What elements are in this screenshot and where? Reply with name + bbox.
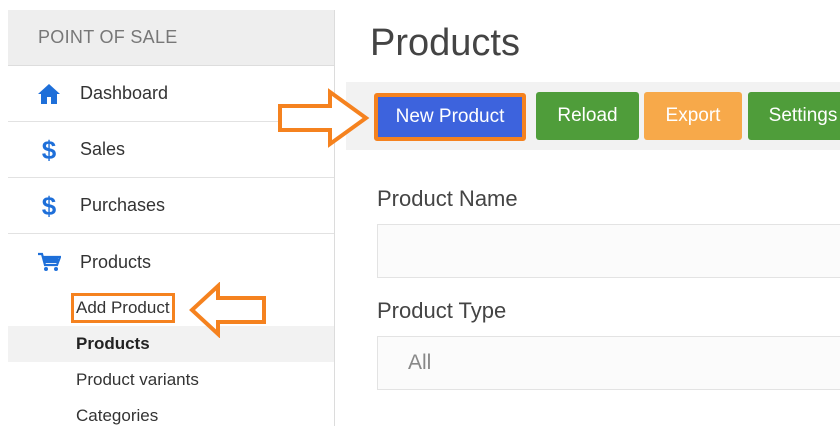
product-type-label: Product Type (377, 298, 507, 323)
submenu-product-variants[interactable]: Product variants (8, 362, 334, 398)
submenu-categories[interactable]: Categories (8, 398, 334, 434)
dollar-icon: $ (41, 134, 57, 165)
sidebar-header: POINT OF SALE (8, 10, 334, 66)
add-product-highlight[interactable]: Add Product (71, 293, 175, 323)
main-content: Products New Product Reload Export Setti… (346, 0, 840, 426)
sidebar-item-label: Sales (80, 139, 126, 159)
sidebar-item-label: Products (80, 251, 152, 272)
submenu-add-product[interactable]: Add Product (8, 290, 334, 326)
cart-icon (36, 249, 62, 275)
submenu-products[interactable]: Products (8, 326, 334, 362)
products-submenu: Add Product Products Product variants Ca… (8, 290, 334, 434)
left-arrow-annotation (189, 282, 266, 338)
sidebar-item-label: Purchases (80, 195, 166, 215)
product-name-label: Product Name (377, 186, 518, 211)
page-title: Products (370, 22, 520, 64)
sidebar-item-purchases[interactable]: $ Purchases (8, 178, 334, 234)
sidebar-item-products[interactable]: Products (8, 234, 334, 290)
export-button[interactable]: Export (644, 92, 742, 140)
product-name-field[interactable] (377, 224, 840, 278)
settings-button[interactable]: Settings (748, 92, 840, 140)
dollar-icon: $ (41, 190, 57, 221)
product-type-select[interactable]: All (377, 336, 840, 390)
sidebar-item-label: Dashboard (80, 83, 169, 103)
new-product-button[interactable]: New Product (374, 93, 526, 141)
toolbar: New Product Reload Export Settings (346, 82, 840, 150)
home-icon (36, 81, 62, 107)
right-arrow-annotation (278, 88, 370, 148)
reload-button[interactable]: Reload (536, 92, 639, 140)
sidebar: POINT OF SALE Dashboard $ Sales $ Purcha… (8, 10, 335, 426)
